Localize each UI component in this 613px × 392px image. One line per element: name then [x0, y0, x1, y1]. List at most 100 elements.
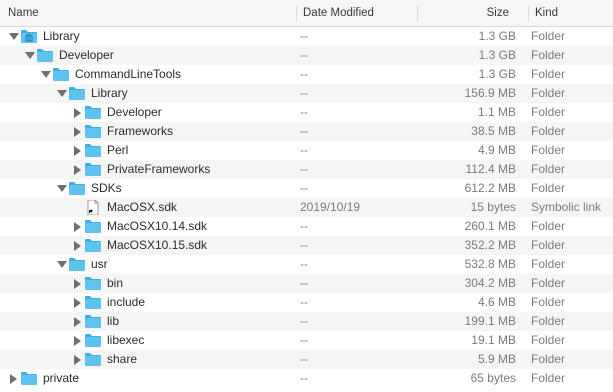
list-item[interactable]: PrivateFrameworks -- 112.4 MB Folder: [0, 160, 613, 179]
disclosure-collapsed-icon[interactable]: [71, 274, 83, 293]
library-folder-icon: [20, 29, 38, 44]
file-kind: Folder: [531, 295, 566, 309]
file-kind: Folder: [531, 124, 566, 138]
disclosure-expanded-icon[interactable]: [55, 84, 67, 103]
list-item[interactable]: Frameworks -- 38.5 MB Folder: [0, 122, 613, 141]
disclosure-expanded-icon[interactable]: [7, 27, 19, 46]
disclosure-collapsed-icon[interactable]: [71, 331, 83, 350]
disclosure-collapsed-icon[interactable]: [71, 312, 83, 331]
file-kind: Folder: [531, 314, 566, 328]
disclosure-collapsed-icon[interactable]: [71, 217, 83, 236]
list-item[interactable]: MacOSX10.14.sdk -- 260.1 MB Folder: [0, 217, 613, 236]
column-header-date[interactable]: Date Modified: [303, 0, 374, 27]
file-size: 5.9 MB: [477, 352, 516, 366]
file-kind: Folder: [531, 86, 566, 100]
file-size: 1.3 GB: [478, 29, 516, 43]
list-item[interactable]: libexec -- 19.1 MB Folder: [0, 331, 613, 350]
file-size: 38.5 MB: [471, 124, 516, 138]
file-size: 304.2 MB: [464, 276, 516, 290]
file-name: bin: [107, 276, 124, 290]
file-size: 112.4 MB: [465, 162, 516, 176]
disclosure-collapsed-icon[interactable]: [71, 293, 83, 312]
folder-icon: [36, 48, 54, 63]
folder-icon: [68, 257, 86, 272]
file-name: CommandLineTools: [75, 67, 182, 81]
file-name: usr: [91, 257, 108, 271]
file-size: 612.2 MB: [464, 181, 516, 195]
disclosure-expanded-icon[interactable]: [55, 179, 67, 198]
disclosure-collapsed-icon[interactable]: [7, 369, 19, 388]
file-size: 19.1 MB: [471, 333, 516, 347]
folder-icon: [84, 162, 102, 177]
file-kind: Folder: [531, 276, 566, 290]
list-item[interactable]: Developer -- 1.1 MB Folder: [0, 103, 613, 122]
list-item[interactable]: bin -- 304.2 MB Folder: [0, 274, 613, 293]
disclosure-collapsed-icon[interactable]: [71, 141, 83, 160]
list-item[interactable]: CommandLineTools -- 1.3 GB Folder: [0, 65, 613, 84]
disclosure-expanded-icon[interactable]: [39, 65, 51, 84]
folder-icon: [84, 238, 102, 253]
column-header-kind[interactable]: Kind: [535, 0, 558, 27]
file-name: Library: [43, 29, 80, 43]
list-item[interactable]: Developer -- 1.3 GB Folder: [0, 46, 613, 65]
column-divider[interactable]: [417, 5, 418, 22]
column-divider[interactable]: [528, 5, 529, 22]
folder-icon: [84, 295, 102, 310]
list-item[interactable]: private -- 65 bytes Folder: [0, 369, 613, 388]
list-item[interactable]: Perl -- 4.9 MB Folder: [0, 141, 613, 160]
file-name: include: [107, 295, 146, 309]
folder-icon: [20, 371, 38, 386]
file-name: share: [107, 352, 138, 366]
folder-icon: [84, 219, 102, 234]
file-name: Developer: [107, 105, 162, 119]
file-kind: Folder: [531, 219, 566, 233]
list-item[interactable]: Library -- 156.9 MB Folder: [0, 84, 613, 103]
disclosure-expanded-icon[interactable]: [55, 255, 67, 274]
file-kind: Folder: [531, 352, 566, 366]
folder-icon: [68, 181, 86, 196]
file-kind: Folder: [531, 371, 566, 385]
list-item[interactable]: Library -- 1.3 GB Folder: [0, 27, 613, 46]
file-name: SDKs: [91, 181, 122, 195]
disclosure-collapsed-icon[interactable]: [71, 350, 83, 369]
list-item[interactable]: lib -- 199.1 MB Folder: [0, 312, 613, 331]
list-item[interactable]: share -- 5.9 MB Folder: [0, 350, 613, 369]
file-kind: Folder: [531, 67, 566, 81]
list-item[interactable]: usr -- 532.8 MB Folder: [0, 255, 613, 274]
file-kind: Folder: [531, 29, 566, 43]
disclosure-collapsed-icon[interactable]: [71, 236, 83, 255]
folder-icon: [84, 314, 102, 329]
file-size: 260.1 MB: [464, 219, 516, 233]
file-size: 156.9 MB: [464, 86, 516, 100]
file-kind: Folder: [531, 238, 566, 252]
disclosure-expanded-icon[interactable]: [23, 46, 35, 65]
file-name: PrivateFrameworks: [107, 162, 211, 176]
column-header-size[interactable]: Size: [420, 0, 509, 27]
column-divider[interactable]: [296, 5, 297, 22]
file-kind: Folder: [531, 48, 566, 62]
folder-icon: [84, 276, 102, 291]
file-size: 65 bytes: [470, 371, 516, 385]
folder-icon: [84, 333, 102, 348]
file-size: 352.2 MB: [464, 238, 516, 252]
alias-file-icon: [84, 199, 102, 216]
disclosure-collapsed-icon[interactable]: [71, 160, 83, 179]
file-name: MacOSX10.14.sdk: [107, 219, 208, 233]
list-item[interactable]: include -- 4.6 MB Folder: [0, 293, 613, 312]
file-size: 1.3 GB: [478, 67, 516, 81]
folder-icon: [84, 124, 102, 139]
folder-icon: [68, 86, 86, 101]
folder-icon: [84, 143, 102, 158]
file-kind: Folder: [531, 162, 566, 176]
file-name: MacOSX.sdk: [107, 200, 178, 214]
column-header-name[interactable]: Name: [8, 0, 39, 27]
file-kind: Symbolic link: [531, 200, 602, 214]
disclosure-collapsed-icon[interactable]: [71, 122, 83, 141]
list-item[interactable]: MacOSX.sdk 2019/10/19 15 bytes Symbolic lin…: [0, 198, 613, 217]
column-header: Name Date Modified Size Kind: [0, 0, 613, 27]
file-size: 532.8 MB: [464, 257, 516, 271]
list-item[interactable]: MacOSX10.15.sdk -- 352.2 MB Folder: [0, 236, 613, 255]
disclosure-collapsed-icon[interactable]: [71, 103, 83, 122]
file-size: 1.1 MB: [477, 105, 516, 119]
list-item[interactable]: SDKs -- 612.2 MB Folder: [0, 179, 613, 198]
